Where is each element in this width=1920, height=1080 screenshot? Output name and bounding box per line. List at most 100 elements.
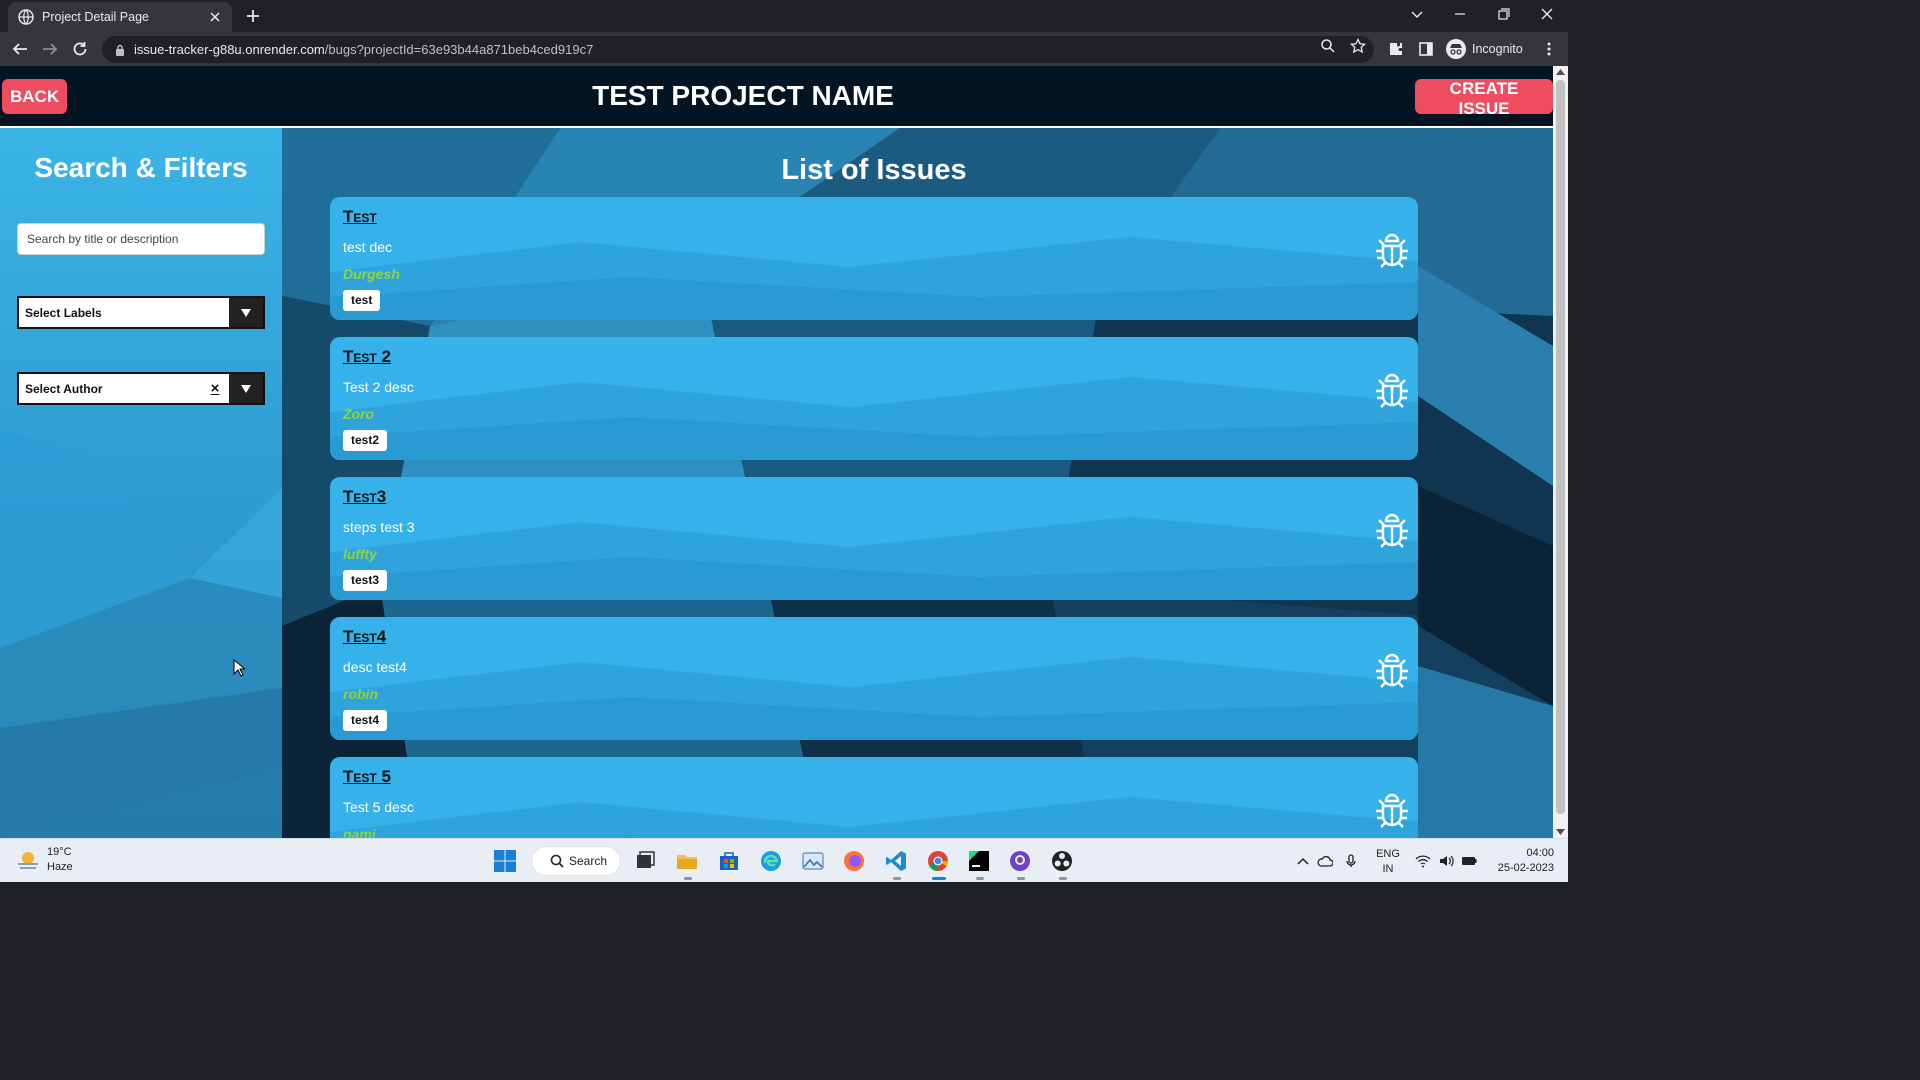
issue-card[interactable]: Test 2 Test 2 desc Zoro test2 <box>330 337 1418 460</box>
battery-icon[interactable] <box>1461 853 1477 869</box>
issue-description: Test 5 desc <box>343 799 414 815</box>
running-indicator <box>1059 877 1067 880</box>
close-window-icon[interactable] <box>1535 4 1559 24</box>
browser-tab-active[interactable]: Project Detail Page <box>8 2 232 32</box>
filters-sidebar: Search & Filters Select Labels Select Au… <box>0 128 282 838</box>
kebab-menu-icon[interactable] <box>1541 41 1557 57</box>
browser-toolbar: issue-tracker-g88u.onrender.com /bugs?pr… <box>0 32 1568 66</box>
issue-author: Durgesh <box>343 266 400 282</box>
system-clock[interactable]: 04:00 25-02-2023 <box>1488 846 1554 876</box>
issue-author: nami <box>343 826 376 838</box>
file-explorer-icon[interactable] <box>675 849 699 873</box>
issue-description: test dec <box>343 239 393 255</box>
search-input[interactable] <box>17 223 265 255</box>
photos-icon[interactable] <box>801 849 825 873</box>
issue-title[interactable]: Test <box>343 207 377 227</box>
close-tab-icon[interactable] <box>208 10 222 24</box>
issue-card[interactable]: Test test dec Durgesh test <box>330 197 1418 320</box>
issue-description: desc test4 <box>343 659 407 675</box>
firefox-icon[interactable] <box>842 849 866 873</box>
issue-label-badge: test3 <box>343 570 388 591</box>
taskbar-search[interactable]: Search <box>531 846 621 876</box>
wifi-icon[interactable] <box>1415 853 1431 869</box>
tab-search-chevron-icon[interactable] <box>1405 4 1429 24</box>
issue-card[interactable]: Test3 steps test 3 luffty test3 <box>330 477 1418 600</box>
forward-arrow-icon[interactable] <box>41 40 59 58</box>
restore-icon[interactable] <box>1491 4 1515 24</box>
chrome-icon[interactable] <box>926 849 950 873</box>
extensions-icon[interactable] <box>1388 41 1404 57</box>
running-indicator <box>684 877 692 880</box>
zoom-icon[interactable] <box>1320 38 1336 54</box>
issue-title[interactable]: Test 5 <box>343 767 391 787</box>
rider-ide-icon[interactable] <box>967 849 991 873</box>
weather-widget[interactable]: 19°C Haze <box>14 845 73 875</box>
clock-date: 25-02-2023 <box>1497 862 1554 874</box>
clear-author-icon[interactable]: × <box>201 374 229 403</box>
weather-temperature: 19°C <box>47 846 72 858</box>
page-scrollbar[interactable] <box>1553 66 1568 838</box>
scroll-up-arrow-icon[interactable] <box>1556 69 1565 75</box>
onedrive-cloud-icon[interactable] <box>1317 853 1333 869</box>
reload-icon[interactable] <box>71 40 89 58</box>
card-background <box>330 797 1418 838</box>
github-desktop-icon[interactable] <box>1008 849 1032 873</box>
language-indicator[interactable]: ENG IN <box>1376 847 1400 877</box>
language-region: IN <box>1382 863 1394 875</box>
create-issue-button[interactable]: CREATE ISSUE <box>1415 79 1553 118</box>
new-tab-icon[interactable] <box>243 6 263 26</box>
incognito-indicator[interactable]: Incognito <box>1446 37 1523 61</box>
bug-icon <box>1376 793 1408 828</box>
minimize-icon[interactable] <box>1448 4 1472 24</box>
globe-icon <box>18 9 34 25</box>
vscode-icon[interactable] <box>884 849 908 873</box>
labels-select[interactable]: Select Labels <box>17 296 265 329</box>
microphone-icon[interactable] <box>1343 853 1359 869</box>
issue-author: robin <box>343 686 378 702</box>
issue-label-badge: test4 <box>343 710 388 731</box>
volume-icon[interactable] <box>1438 853 1454 869</box>
issue-card[interactable]: Test 5 Test 5 desc nami <box>330 757 1418 838</box>
url-path: /bugs?projectId=63e93b44a871beb4ced919c7 <box>324 42 594 57</box>
bug-icon <box>1376 653 1408 688</box>
tray-chevron-up-icon[interactable] <box>1295 853 1311 869</box>
issue-title[interactable]: Test3 <box>343 487 386 507</box>
task-view-icon[interactable] <box>633 849 657 873</box>
bookmark-star-icon[interactable] <box>1350 38 1366 54</box>
card-background <box>330 517 1418 600</box>
bug-icon <box>1376 373 1408 408</box>
side-panel-icon[interactable] <box>1418 41 1434 57</box>
windows-start-icon[interactable] <box>493 849 517 873</box>
author-select[interactable]: Select Author × <box>17 372 265 405</box>
microsoft-store-icon[interactable] <box>717 849 741 873</box>
app-header: BACK TEST PROJECT NAME CREATE ISSUE <box>0 66 1553 128</box>
labels-select-text: Select Labels <box>25 305 102 320</box>
issue-description: Test 2 desc <box>343 379 414 395</box>
taskbar-search-label: Search <box>569 854 608 868</box>
card-background <box>330 657 1418 740</box>
issue-label-badge: test2 <box>343 430 388 451</box>
running-indicator <box>1017 877 1025 880</box>
back-arrow-icon[interactable] <box>11 40 29 58</box>
issue-title[interactable]: Test 2 <box>343 347 391 367</box>
issue-title[interactable]: Test4 <box>343 627 386 647</box>
lock-icon <box>116 44 124 56</box>
bug-icon <box>1376 233 1408 268</box>
windows-taskbar: 19°C Haze Search ENG IN 04:00 25-02-2023 <box>0 838 1568 882</box>
browser-tab-strip: Project Detail Page <box>0 0 1568 32</box>
scroll-down-arrow-icon[interactable] <box>1556 829 1565 835</box>
scroll-thumb[interactable] <box>1556 80 1565 814</box>
issue-description: steps test 3 <box>343 519 415 535</box>
address-bar[interactable]: issue-tracker-g88u.onrender.com /bugs?pr… <box>102 36 1374 63</box>
issue-card[interactable]: Test4 desc test4 robin test4 <box>330 617 1418 740</box>
obs-studio-icon[interactable] <box>1050 849 1074 873</box>
chevron-down-icon[interactable] <box>229 374 263 403</box>
incognito-label: Incognito <box>1472 42 1523 56</box>
issue-label-badge: test <box>343 290 381 311</box>
bug-icon <box>1376 513 1408 548</box>
chevron-down-icon[interactable] <box>229 298 263 327</box>
url-host: issue-tracker-g88u.onrender.com <box>134 42 325 57</box>
card-background <box>330 377 1418 460</box>
clock-time: 04:00 <box>1526 847 1554 859</box>
edge-browser-icon[interactable] <box>759 849 783 873</box>
